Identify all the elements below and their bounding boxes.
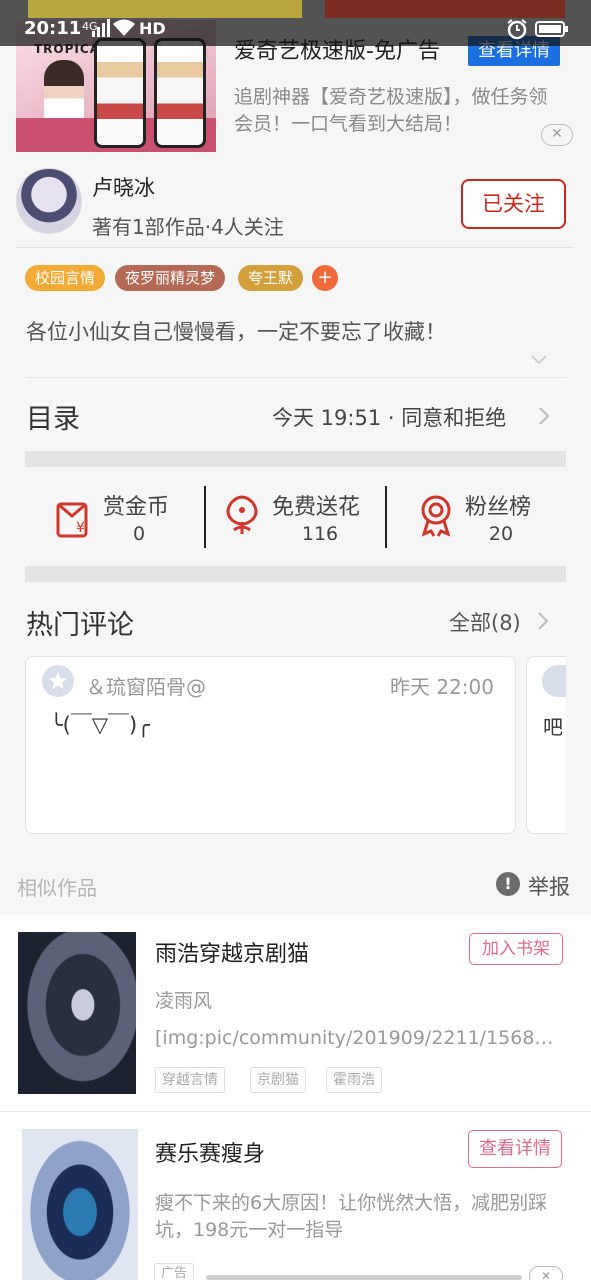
chevron-right-icon[interactable] (537, 611, 549, 631)
previous-content-strip-right (325, 0, 565, 18)
tag-label: 校园言情 (35, 269, 96, 287)
hot-comments-title: 热门评论 (26, 610, 134, 641)
view-details-button[interactable]: 查看详情 (468, 1130, 562, 1168)
follow-button[interactable]: 已关注 (461, 179, 566, 229)
wifi-icon (113, 19, 135, 36)
divider (26, 377, 566, 378)
divider (0, 1111, 591, 1112)
similar-works-label: 相似作品 (17, 876, 97, 900)
comment-avatar[interactable] (542, 665, 566, 697)
divider (16, 247, 574, 248)
stat-value-fans: 20 (488, 523, 514, 545)
all-comments-link[interactable]: 全部(8) (449, 607, 521, 637)
chevron-right-icon[interactable] (538, 406, 550, 426)
stat-separator (204, 486, 206, 548)
stat-separator (385, 486, 387, 548)
star-icon (49, 672, 67, 689)
book-cover[interactable] (18, 932, 136, 1094)
hd-label: HD (139, 19, 166, 38)
red-envelope-icon[interactable]: ¥ (52, 496, 96, 540)
ad-description[interactable]: 追剧神器【爱奇艺极速版】，做任务领会员！一口气看到大结局！ (234, 84, 554, 138)
book-tag[interactable]: 穿越言情 (155, 1067, 225, 1093)
book-tag[interactable]: 京剧猫 (250, 1067, 306, 1093)
svg-text:¥: ¥ (76, 520, 85, 536)
work-description: 各位小仙女自己慢慢看，一定不要忘了收藏！ (26, 320, 446, 344)
ad-item-description: 瘦不下来的6大原因！让你恍然大悟，减肥别踩坑，198元一对一指导 (155, 1192, 548, 1241)
tag-yeluoli[interactable]: 夜罗丽精灵梦 (115, 265, 226, 291)
book-title[interactable]: 雨浩穿越京剧猫 (155, 936, 309, 968)
author-avatar[interactable] (16, 168, 82, 234)
author-meta: 著有1部作品·4人关注 (92, 215, 284, 239)
ad-close-button[interactable]: ✕ (541, 124, 573, 146)
tag-label: 夜罗丽精灵梦 (125, 269, 216, 287)
medal-icon[interactable] (414, 494, 458, 538)
book-author: 凌雨风 (155, 990, 213, 1012)
tag-campus-romance[interactable]: 校园言情 (25, 265, 106, 291)
ad-thumb-phone-2 (154, 38, 206, 148)
report-icon[interactable]: ! (496, 872, 520, 896)
stat-label-coins[interactable]: 赏金币 (103, 489, 169, 521)
ad-label: 广告 (154, 1263, 195, 1280)
tag-kuawangmo[interactable]: 夸王默 (238, 265, 304, 291)
comment-text: 吧 (543, 715, 563, 739)
stat-label-flowers[interactable]: 免费送花 (272, 489, 360, 521)
alarm-icon (507, 19, 527, 40)
catalog-label[interactable]: 目录 (26, 397, 80, 436)
ad-item-title[interactable]: 赛乐赛瘦身 (155, 1136, 265, 1168)
battery-icon (535, 21, 568, 37)
ad-cover[interactable] (22, 1129, 138, 1280)
author-name[interactable]: 卢晓冰 (92, 172, 155, 202)
book-intro: [img:pic/community/201909/2211/1568… (155, 1027, 554, 1049)
section-gap (25, 451, 566, 467)
catalog-latest-chapter[interactable]: 今天 19:51 · 同意和拒绝 (272, 402, 506, 432)
status-time: 20:11 (24, 18, 82, 39)
flower-icon[interactable] (220, 494, 264, 538)
comment-username[interactable]: ＆琉窗陌骨@ (86, 671, 206, 700)
section-gap (25, 566, 566, 582)
ad-close-button[interactable]: ✕ (529, 1266, 563, 1280)
stat-label-fans[interactable]: 粉丝榜 (465, 489, 531, 521)
ad-thumb-phone-1 (94, 38, 146, 148)
add-tag-button[interactable]: + (312, 265, 338, 291)
stat-value-flowers: 116 (301, 523, 339, 545)
comment-avatar[interactable] (42, 665, 74, 697)
scrollbar[interactable] (206, 1275, 522, 1280)
stat-value-coins: 0 (132, 523, 146, 545)
chevron-down-icon[interactable] (530, 350, 548, 368)
tag-label: 夸王默 (248, 269, 294, 287)
report-link[interactable]: 举报 (528, 871, 570, 901)
previous-content-strip-left (28, 0, 302, 18)
book-tag[interactable]: 霍雨浩 (326, 1067, 382, 1093)
comment-text: ╰(￣▽￣)╭ (50, 713, 150, 737)
add-to-shelf-button[interactable]: 加入书架 (469, 933, 563, 965)
comment-time: 昨天 22:00 (390, 675, 494, 699)
signal-icon (92, 19, 110, 37)
